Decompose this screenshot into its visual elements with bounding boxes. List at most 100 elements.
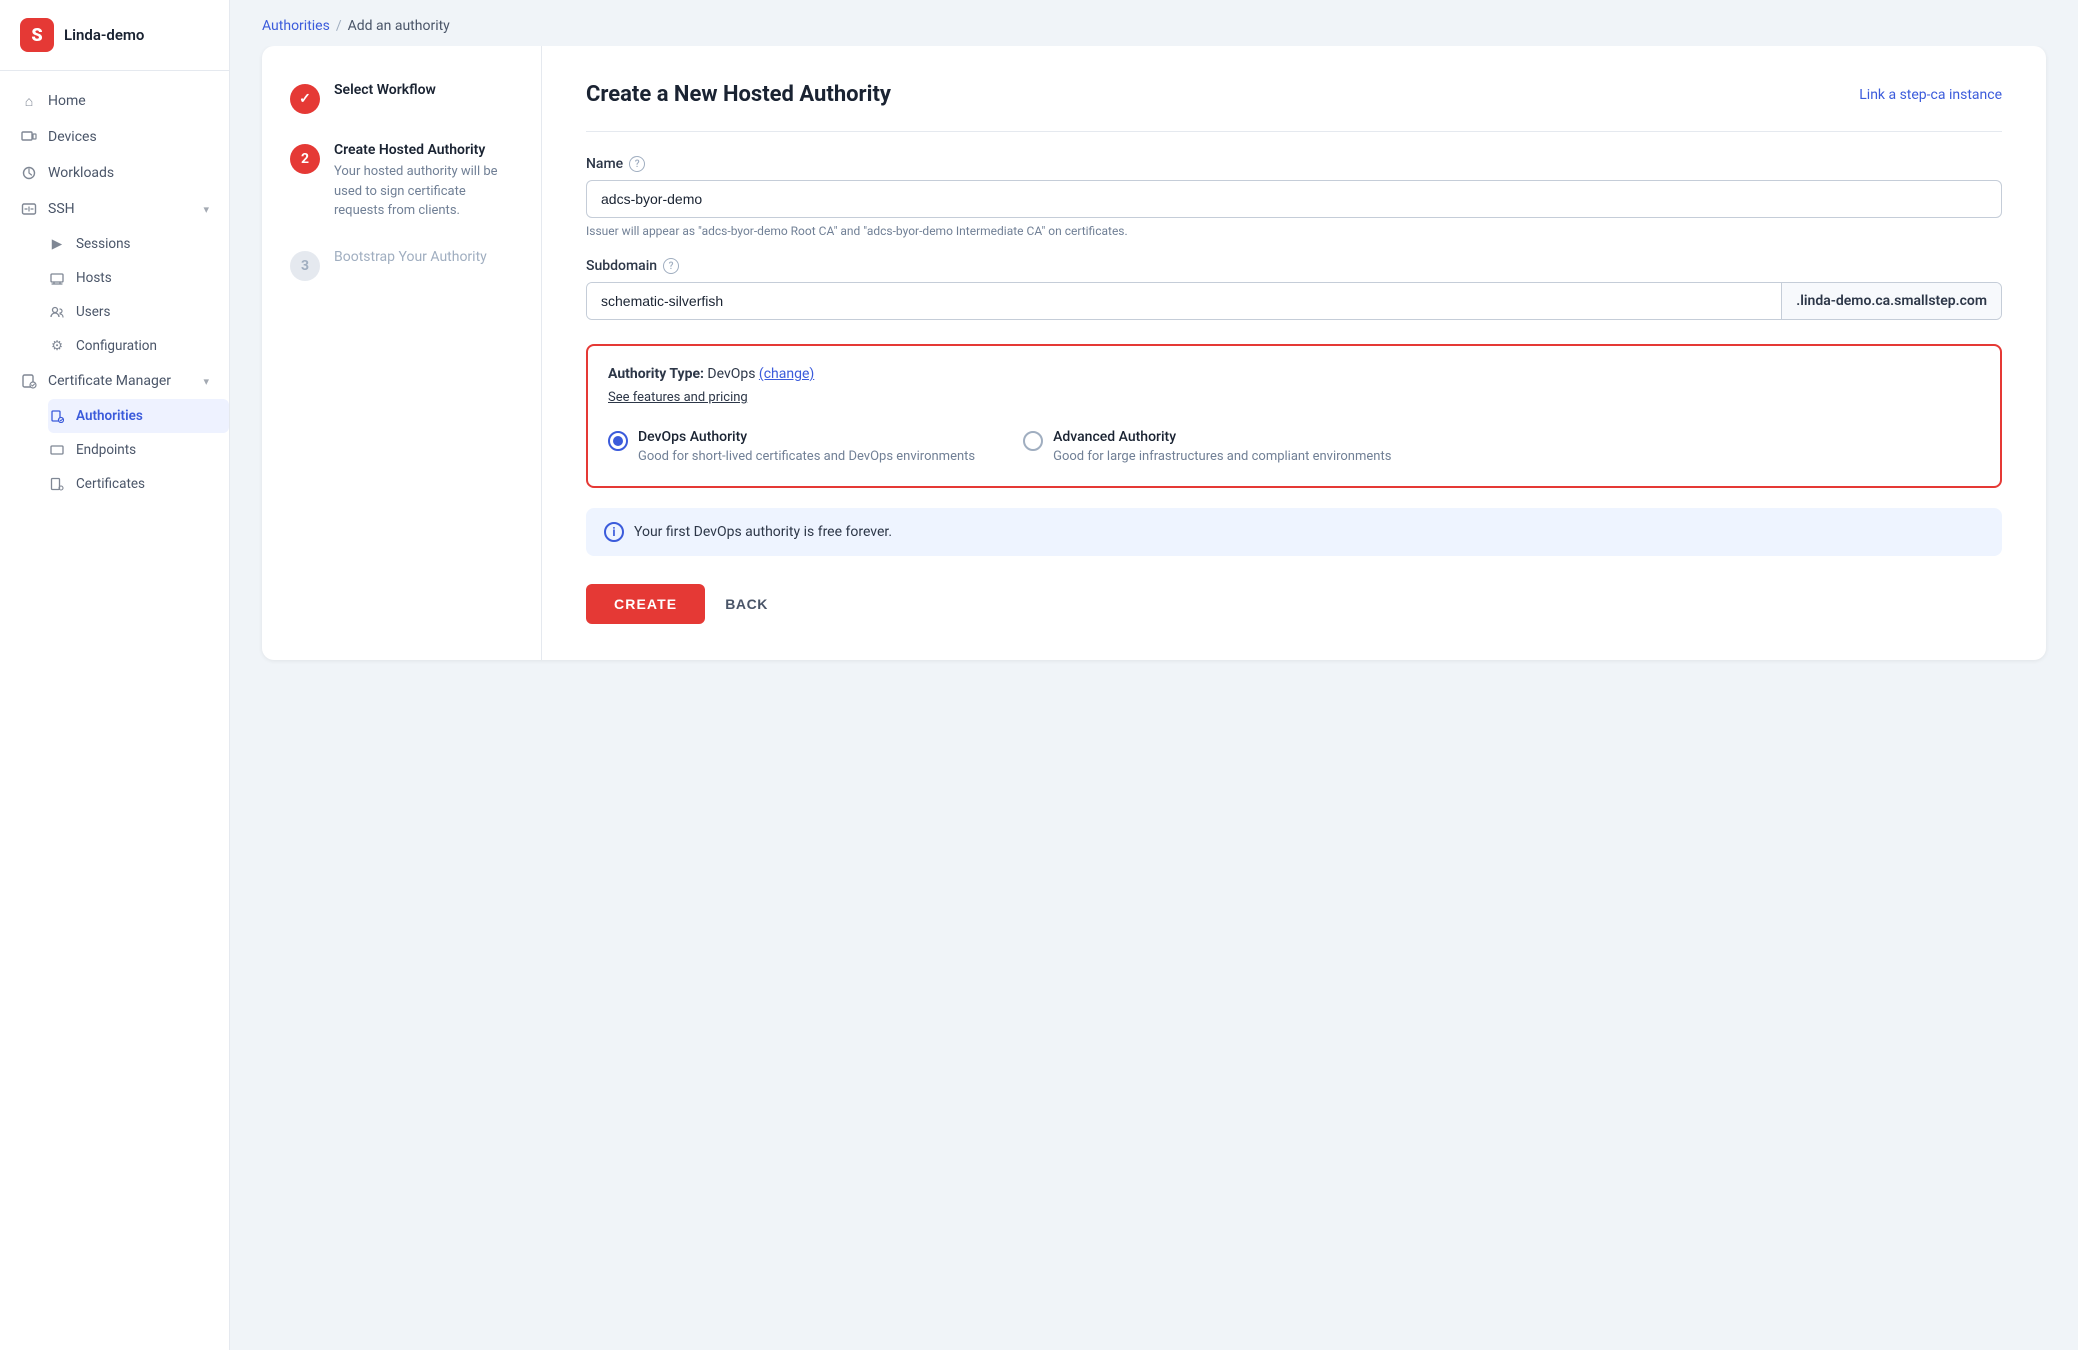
sidebar-item-hosts-label: Hosts — [76, 270, 112, 286]
step-2-content: Create Hosted Authority Your hosted auth… — [334, 142, 513, 221]
hosts-icon — [48, 269, 66, 287]
sessions-icon: ▶ — [48, 235, 66, 253]
form-panel: Create a New Hosted Authority Link a ste… — [542, 46, 2046, 660]
name-help-icon[interactable]: ? — [629, 156, 645, 172]
sidebar-item-endpoints[interactable]: Endpoints — [48, 433, 229, 467]
step-3-content: Bootstrap Your Authority — [334, 249, 487, 269]
users-icon — [48, 303, 66, 321]
authority-option-devops[interactable]: DevOps Authority Good for short-lived ce… — [608, 429, 975, 466]
stepper-panel: ✓ Select Workflow 2 Create Hosted Author… — [262, 46, 542, 660]
sidebar: S Linda-demo ⌂ Home Devices Workloads — [0, 0, 230, 1350]
sidebar-item-home-label: Home — [48, 93, 86, 109]
authority-options: DevOps Authority Good for short-lived ce… — [608, 429, 1980, 466]
ssh-submenu: ▶ Sessions Hosts Users ⚙ Configuration — [0, 227, 229, 363]
step-2: 2 Create Hosted Authority Your hosted au… — [290, 142, 513, 221]
sidebar-item-configuration-label: Configuration — [76, 338, 157, 354]
sidebar-item-users-label: Users — [76, 304, 110, 320]
breadcrumb-current: Add an authority — [348, 18, 450, 34]
change-link[interactable]: (change) — [759, 366, 814, 382]
radio-devops[interactable] — [608, 431, 628, 451]
home-icon: ⌂ — [20, 92, 38, 110]
breadcrumb-separator: / — [336, 18, 342, 34]
step-2-circle: 2 — [290, 144, 320, 174]
ssh-icon — [20, 200, 38, 218]
step-1: ✓ Select Workflow — [290, 82, 513, 114]
sidebar-item-hosts[interactable]: Hosts — [48, 261, 229, 295]
back-button[interactable]: BACK — [725, 596, 768, 612]
step-2-number: 2 — [301, 151, 309, 167]
authority-option-advanced[interactable]: Advanced Authority Good for large infras… — [1023, 429, 1391, 466]
sidebar-item-authorities-label: Authorities — [76, 408, 143, 424]
devops-option-name: DevOps Authority — [638, 429, 975, 445]
sidebar-item-devices-label: Devices — [48, 129, 97, 145]
sidebar-item-devices[interactable]: Devices — [0, 119, 229, 155]
info-icon: i — [604, 522, 624, 542]
step-1-content: Select Workflow — [334, 82, 436, 102]
sidebar-item-ssh-label: SSH — [48, 201, 75, 217]
authority-type-header: Authority Type: DevOps (change) — [608, 366, 1980, 382]
content-area: ✓ Select Workflow 2 Create Hosted Author… — [230, 46, 2078, 1350]
devops-option-desc: Good for short-lived certificates and De… — [638, 448, 975, 466]
sidebar-item-cert-manager-label: Certificate Manager — [48, 373, 171, 389]
main-card: ✓ Select Workflow 2 Create Hosted Author… — [262, 46, 2046, 660]
subdomain-help-icon[interactable]: ? — [663, 258, 679, 274]
subdomain-label: Subdomain ? — [586, 258, 2002, 274]
sidebar-item-home[interactable]: ⌂ Home — [0, 83, 229, 119]
advanced-option-name: Advanced Authority — [1053, 429, 1391, 445]
step-2-desc: Your hosted authority will be used to si… — [334, 162, 513, 221]
features-link[interactable]: See features and pricing — [608, 390, 748, 405]
sidebar-item-users[interactable]: Users — [48, 295, 229, 329]
ssh-chevron-icon: ▾ — [203, 203, 209, 216]
sidebar-item-certificates[interactable]: Certificates — [48, 467, 229, 501]
sidebar-nav: ⌂ Home Devices Workloads SSH ▾ — [0, 71, 229, 1350]
step-1-circle: ✓ — [290, 84, 320, 114]
subdomain-row: .linda-demo.ca.smallstep.com — [586, 282, 2002, 320]
sidebar-logo: S Linda-demo — [0, 0, 229, 71]
sidebar-item-workloads-label: Workloads — [48, 165, 114, 181]
radio-advanced[interactable] — [1023, 431, 1043, 451]
sidebar-item-cert-manager[interactable]: Certificate Manager ▾ — [0, 363, 229, 399]
breadcrumb: Authorities / Add an authority — [230, 0, 2078, 46]
name-input[interactable] — [586, 180, 2002, 218]
sidebar-item-ssh[interactable]: SSH ▾ — [0, 191, 229, 227]
config-icon: ⚙ — [48, 337, 66, 355]
subdomain-input[interactable] — [587, 283, 1781, 319]
cert-manager-chevron-icon: ▾ — [203, 375, 209, 388]
certificates-icon — [48, 475, 66, 493]
form-divider — [586, 131, 2002, 132]
workloads-icon — [20, 164, 38, 182]
cert-manager-submenu: Authorities Endpoints Certificates — [0, 399, 229, 501]
sidebar-item-configuration[interactable]: ⚙ Configuration — [48, 329, 229, 363]
sidebar-item-sessions[interactable]: ▶ Sessions — [48, 227, 229, 261]
cert-manager-icon — [20, 372, 38, 390]
authority-type-box: Authority Type: DevOps (change) See feat… — [586, 344, 2002, 488]
sidebar-item-sessions-label: Sessions — [76, 236, 131, 252]
subdomain-suffix: .linda-demo.ca.smallstep.com — [1781, 283, 2001, 319]
sidebar-item-certificates-label: Certificates — [76, 476, 145, 492]
action-row: CREATE BACK — [586, 584, 2002, 624]
authorities-icon — [48, 407, 66, 425]
free-notice-text: Your first DevOps authority is free fore… — [634, 524, 892, 540]
free-notice: i Your first DevOps authority is free fo… — [586, 508, 2002, 556]
sidebar-item-endpoints-label: Endpoints — [76, 442, 136, 458]
app-logo-icon: S — [20, 18, 54, 52]
form-header: Create a New Hosted Authority Link a ste… — [586, 82, 2002, 107]
step-2-label: Create Hosted Authority — [334, 142, 513, 158]
advanced-option-desc: Good for large infrastructures and compl… — [1053, 448, 1391, 466]
step-3-label: Bootstrap Your Authority — [334, 249, 487, 265]
app-name: Linda-demo — [64, 26, 144, 44]
link-step-ca[interactable]: Link a step-ca instance — [1859, 87, 2002, 103]
step-3: 3 Bootstrap Your Authority — [290, 249, 513, 281]
step-1-check-icon: ✓ — [299, 91, 311, 107]
create-button[interactable]: CREATE — [586, 584, 705, 624]
sidebar-item-authorities[interactable]: Authorities — [48, 399, 229, 433]
breadcrumb-authorities[interactable]: Authorities — [262, 18, 330, 34]
devices-icon — [20, 128, 38, 146]
name-hint: Issuer will appear as "adcs-byor-demo Ro… — [586, 224, 2002, 238]
form-title: Create a New Hosted Authority — [586, 82, 891, 107]
sidebar-item-workloads[interactable]: Workloads — [0, 155, 229, 191]
step-3-number: 3 — [301, 258, 309, 274]
step-1-label: Select Workflow — [334, 82, 436, 98]
endpoints-icon — [48, 441, 66, 459]
name-label: Name ? — [586, 156, 2002, 172]
